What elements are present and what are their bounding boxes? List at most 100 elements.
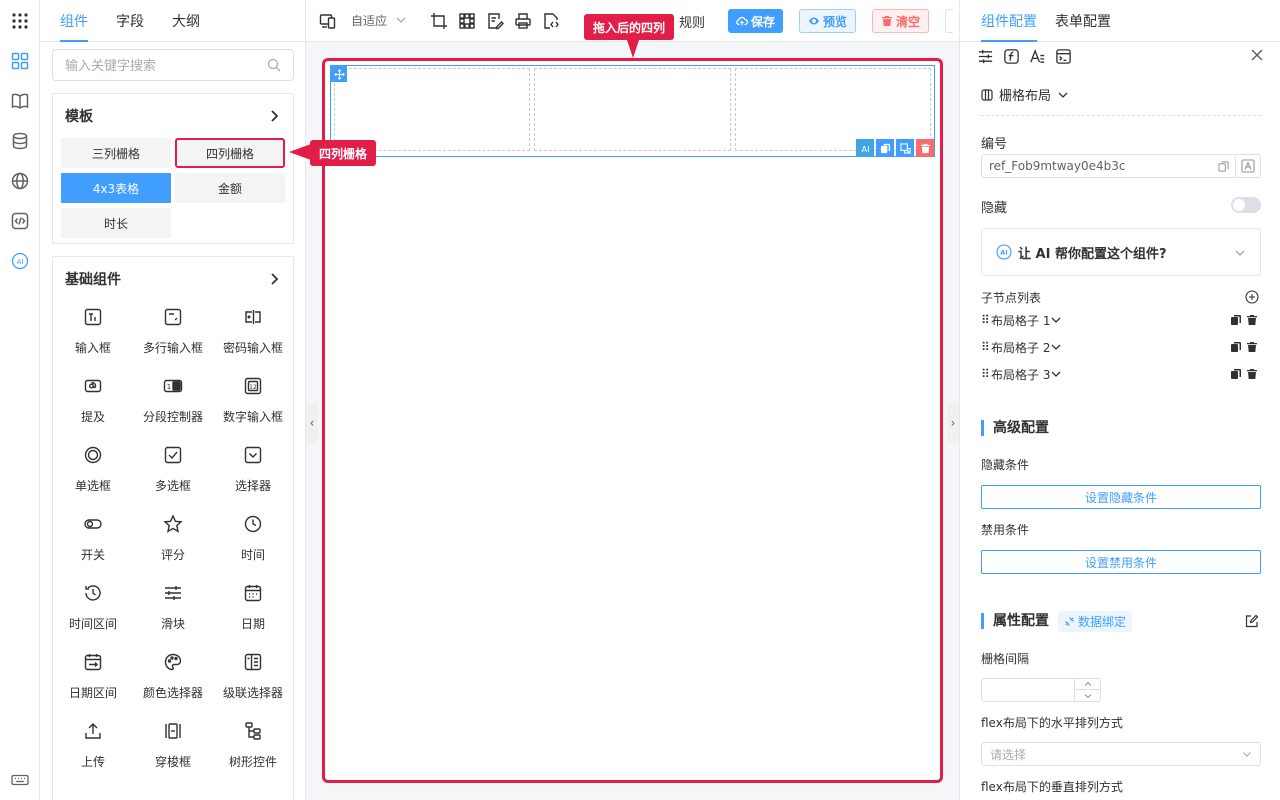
grid-cell[interactable] xyxy=(534,68,731,151)
collapse-left-handle[interactable]: ‹ xyxy=(306,403,318,443)
template-amount[interactable]: 金额 xyxy=(175,173,285,203)
set-disable-condition-button[interactable]: 设置禁用条件 xyxy=(981,550,1261,574)
ai-config-panel[interactable]: AI 让 AI 帮你配置这个组件? xyxy=(981,228,1261,276)
crop-icon[interactable] xyxy=(430,12,448,30)
data-binding-tag[interactable]: 数据绑定 xyxy=(1058,611,1133,632)
copy-icon[interactable] xyxy=(876,139,894,157)
qrcode-icon[interactable] xyxy=(458,12,476,30)
chevron-down-icon[interactable] xyxy=(1050,341,1062,353)
comp-number[interactable]: 12 数字输入框 xyxy=(213,370,293,439)
tab-fields[interactable]: 字段 xyxy=(116,0,144,41)
add-sibling-icon[interactable] xyxy=(896,139,914,157)
database-icon[interactable] xyxy=(9,130,31,152)
ai-icon[interactable]: AI xyxy=(9,250,31,272)
search-input[interactable] xyxy=(53,50,253,80)
comp-radio[interactable]: 单选框 xyxy=(53,439,133,508)
preview-button[interactable]: 预览 xyxy=(799,9,857,33)
form-canvas[interactable]: AI xyxy=(322,58,943,783)
trash-icon[interactable] xyxy=(1246,314,1258,326)
decrement-icon[interactable] xyxy=(1075,690,1100,701)
comp-time[interactable]: 时间 xyxy=(213,508,293,577)
comp-input[interactable]: 输入框 xyxy=(53,301,133,370)
hidden-toggle[interactable] xyxy=(1231,197,1261,213)
apps-grid-icon[interactable] xyxy=(9,10,31,32)
keyboard-icon[interactable] xyxy=(9,769,31,791)
edit-doc-icon[interactable] xyxy=(486,12,504,30)
gutter-input[interactable] xyxy=(981,678,1101,702)
settings-sliders-icon[interactable] xyxy=(976,47,994,65)
copy-icon[interactable] xyxy=(1230,368,1242,380)
template-duration[interactable]: 时长 xyxy=(61,208,171,238)
text-style-icon[interactable] xyxy=(1028,47,1046,65)
collapse-right-handle[interactable]: › xyxy=(947,403,959,443)
comp-textarea[interactable]: 多行输入框 xyxy=(133,301,213,370)
grid-layout-component[interactable]: AI xyxy=(330,65,935,157)
trash-icon[interactable] xyxy=(1246,341,1258,353)
copy-icon[interactable] xyxy=(1230,314,1242,326)
increment-icon[interactable] xyxy=(1075,679,1100,690)
book-icon[interactable] xyxy=(9,90,31,112)
search-icon[interactable] xyxy=(267,58,281,72)
justify-select[interactable]: 请选择 xyxy=(981,742,1261,766)
drag-handle-icon[interactable]: ⠿ xyxy=(981,367,991,381)
script-icon[interactable] xyxy=(1054,47,1072,65)
chevron-down-icon[interactable] xyxy=(1050,314,1062,326)
drag-handle-icon[interactable]: ⠿ xyxy=(981,313,991,327)
tab-component-config[interactable]: 组件配置 xyxy=(981,0,1037,42)
comp-select[interactable]: 选择器 xyxy=(213,439,293,508)
overflow-button-edge[interactable] xyxy=(945,9,953,33)
comp-transfer[interactable]: 穿梭框 xyxy=(133,715,213,784)
save-button[interactable]: 保存 xyxy=(728,9,784,33)
tab-components[interactable]: 组件 xyxy=(60,0,88,42)
id-field[interactable]: ref_Fob9mtway0e4b3c xyxy=(981,154,1236,178)
comp-checkbox[interactable]: 多选框 xyxy=(133,439,213,508)
code-icon[interactable] xyxy=(9,210,31,232)
comp-time-range[interactable]: 时间区间 xyxy=(53,577,133,646)
delete-icon[interactable] xyxy=(916,139,934,157)
basic-header[interactable]: 基础组件 xyxy=(53,257,293,301)
add-circle-icon[interactable] xyxy=(1245,290,1259,304)
child-item[interactable]: ⠿ 布局格子 1 xyxy=(981,311,1261,329)
components-icon[interactable] xyxy=(9,50,31,72)
copy-icon[interactable] xyxy=(1218,161,1229,172)
component-type[interactable]: 栅格布局 xyxy=(981,85,1069,104)
comp-segmented[interactable]: 1 分段控制器 xyxy=(133,370,213,439)
clear-button[interactable]: 清空 xyxy=(872,9,930,33)
comp-cascader[interactable]: 级联选择器 xyxy=(213,646,293,715)
comp-mention[interactable]: 提及 xyxy=(53,370,133,439)
child-item[interactable]: ⠿ 布局格子 3 xyxy=(981,365,1261,383)
chevron-down-icon[interactable] xyxy=(395,14,407,26)
comp-color[interactable]: 颜色选择器 xyxy=(133,646,213,715)
edit-icon[interactable] xyxy=(1245,614,1259,628)
rules-label[interactable]: 规则 xyxy=(679,12,705,31)
comp-switch[interactable]: 开关 xyxy=(53,508,133,577)
ai-assist-icon[interactable]: AI xyxy=(856,139,874,157)
comp-upload[interactable]: 上传 xyxy=(53,715,133,784)
tab-outline[interactable]: 大纲 xyxy=(172,0,200,41)
drag-handle-icon[interactable]: ⠿ xyxy=(981,340,991,354)
device-icon[interactable] xyxy=(319,12,337,30)
move-handle-icon[interactable] xyxy=(331,66,347,82)
template-four-col[interactable]: 四列栅格 xyxy=(175,138,285,168)
child-item[interactable]: ⠿ 布局格子 2 xyxy=(981,338,1261,356)
code-file-icon[interactable] xyxy=(542,12,560,30)
print-icon[interactable] xyxy=(514,12,532,30)
function-icon[interactable] xyxy=(1002,47,1020,65)
i18n-button[interactable] xyxy=(1236,154,1261,178)
globe-icon[interactable] xyxy=(9,170,31,192)
comp-password[interactable]: 密码输入框 xyxy=(213,301,293,370)
template-three-col[interactable]: 三列栅格 xyxy=(61,138,171,168)
comp-tree[interactable]: 树形控件 xyxy=(213,715,293,784)
template-table[interactable]: 4x3表格 xyxy=(61,173,171,203)
comp-slider[interactable]: 滑块 xyxy=(133,577,213,646)
chevron-down-icon[interactable] xyxy=(1050,368,1062,380)
tab-form-config[interactable]: 表单配置 xyxy=(1055,0,1111,41)
close-icon[interactable] xyxy=(1250,48,1264,62)
set-hide-condition-button[interactable]: 设置隐藏条件 xyxy=(981,485,1261,509)
comp-rate[interactable]: 评分 xyxy=(133,508,213,577)
grid-cell[interactable] xyxy=(334,68,531,151)
comp-date-range[interactable]: 日期区间 xyxy=(53,646,133,715)
templates-header[interactable]: 模板 xyxy=(53,94,293,138)
trash-icon[interactable] xyxy=(1246,368,1258,380)
comp-date[interactable]: 日期 xyxy=(213,577,293,646)
